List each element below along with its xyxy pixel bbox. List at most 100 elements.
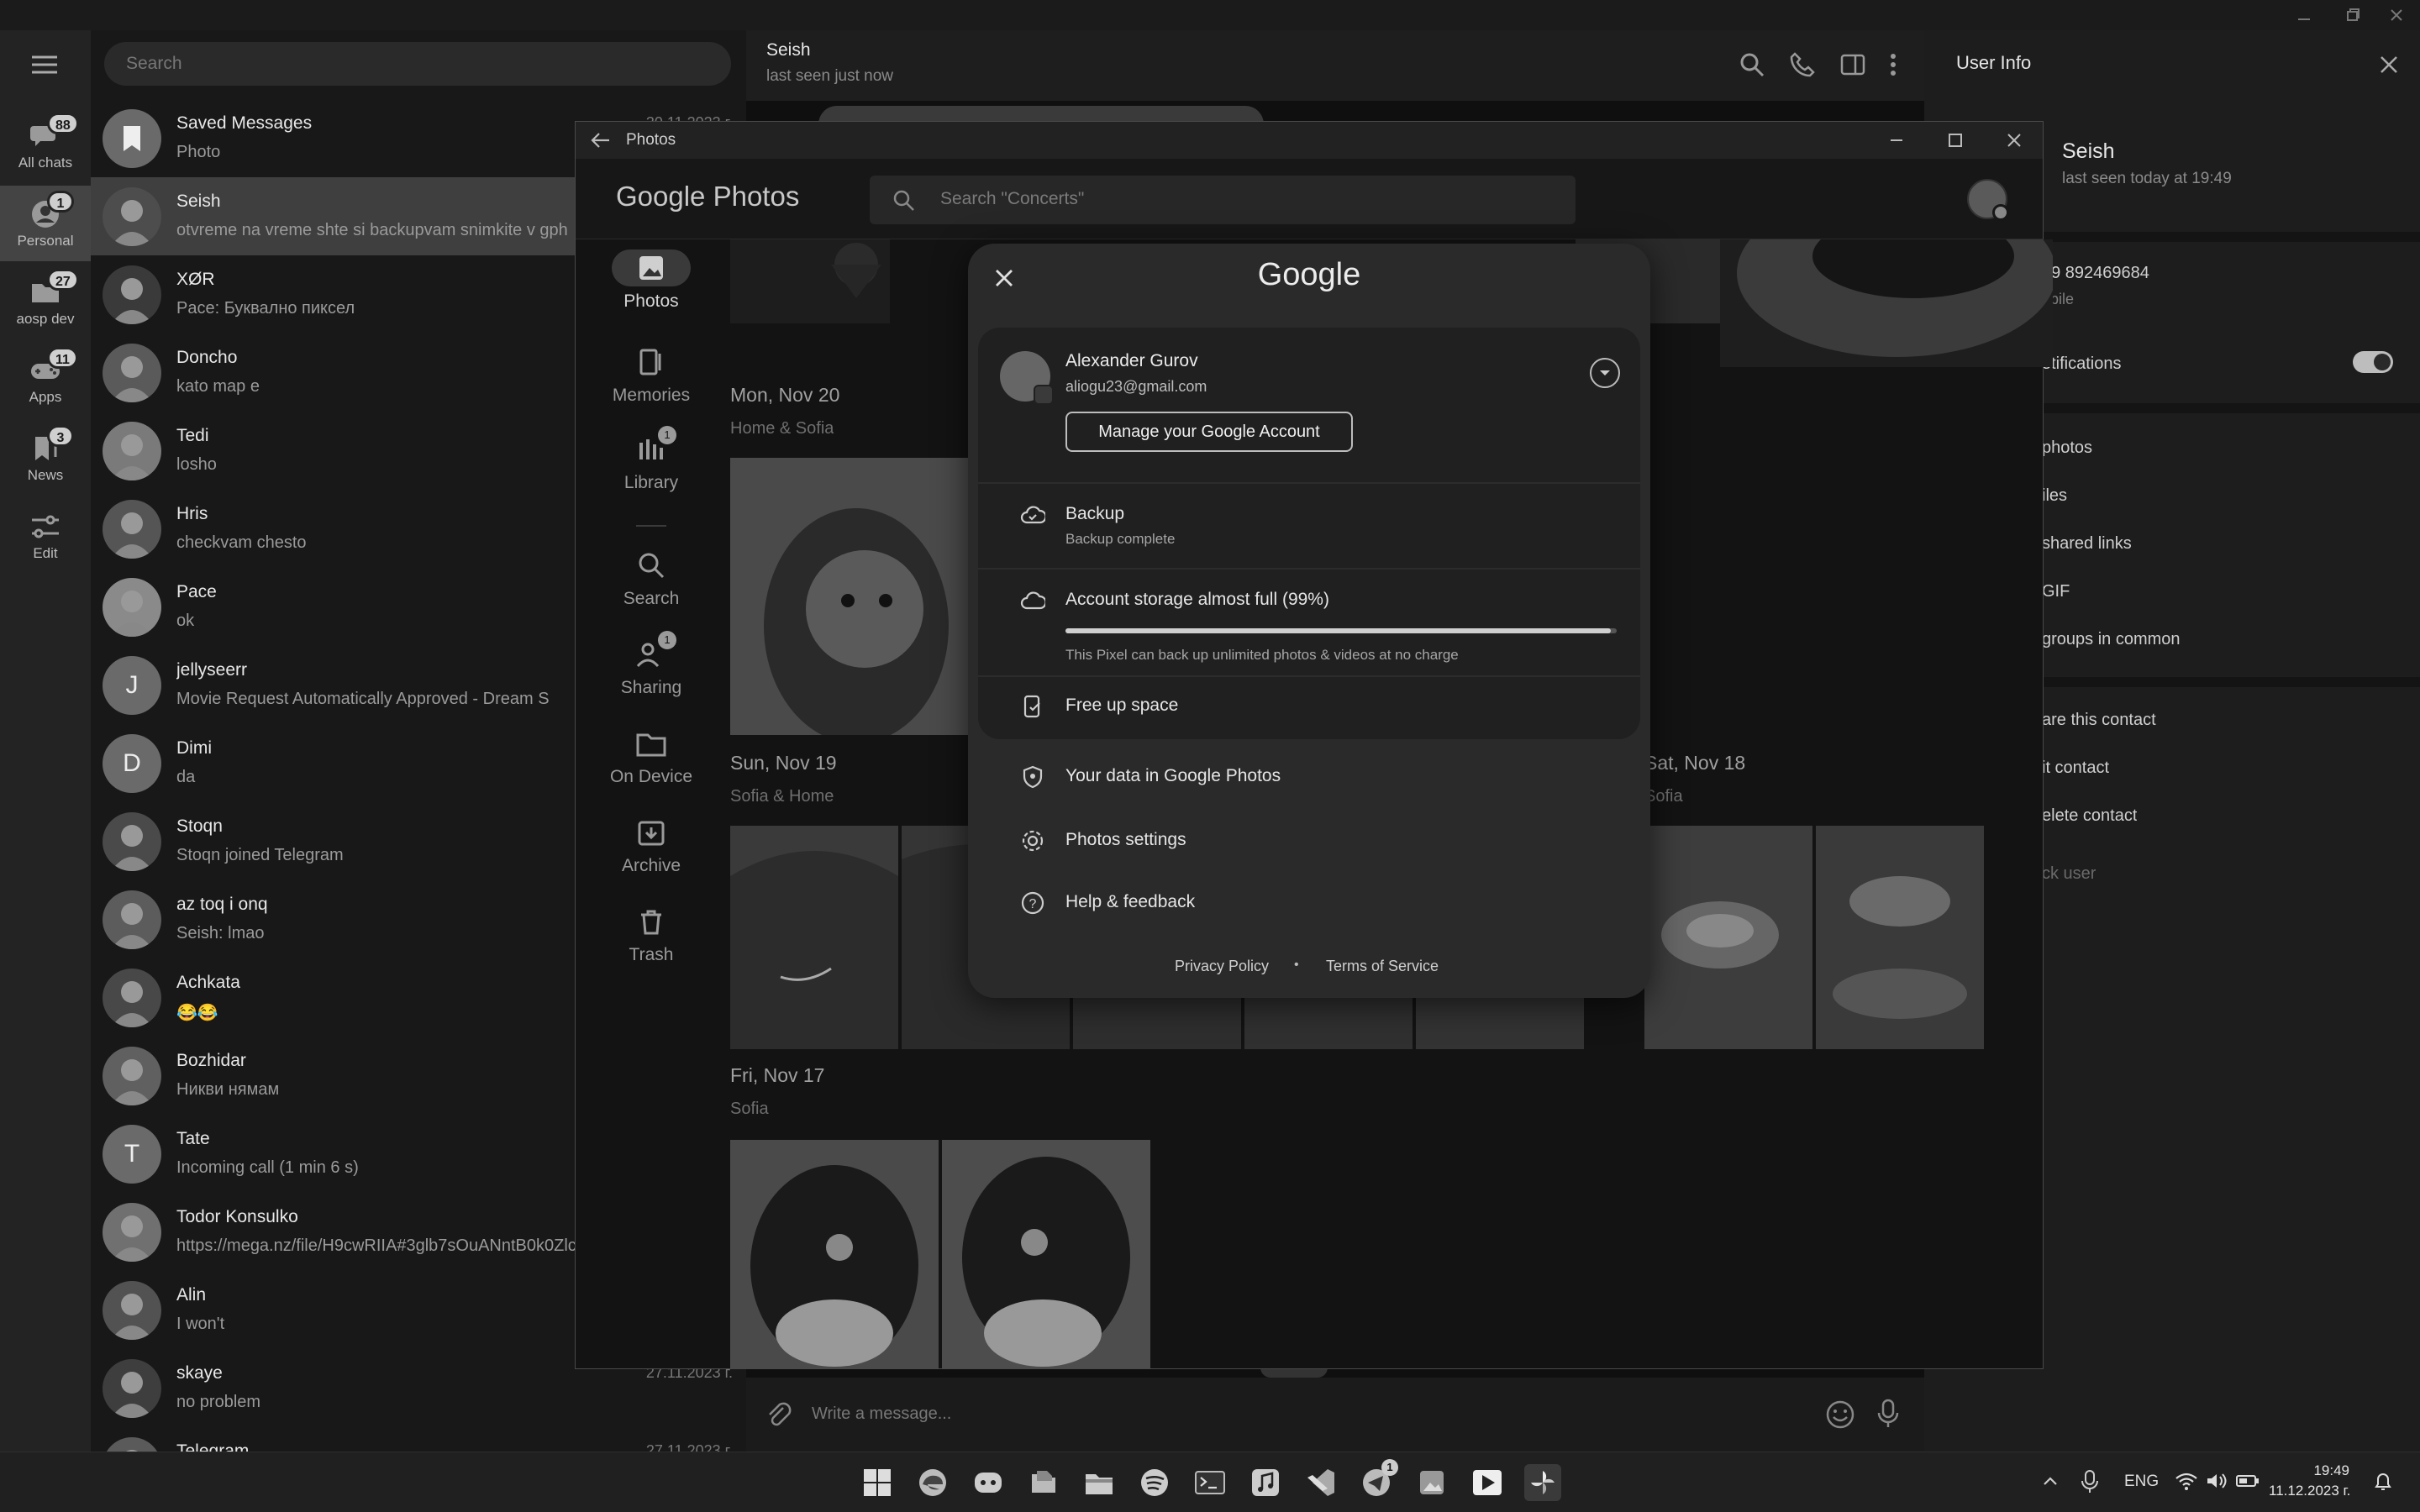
folder-tab[interactable]: 88 All chats xyxy=(0,108,91,183)
photo-thumbnail[interactable] xyxy=(1720,239,2053,367)
photos-search-input[interactable]: Search "Concerts" xyxy=(870,176,1576,224)
volume-icon[interactable] xyxy=(2205,1471,2228,1491)
chevron-up-icon[interactable] xyxy=(2040,1471,2060,1491)
shield-icon xyxy=(1020,764,1045,790)
search-input[interactable]: Search xyxy=(104,42,731,86)
privacy-policy-link[interactable]: Privacy Policy xyxy=(1175,958,1269,975)
avatar[interactable] xyxy=(1967,179,2009,221)
hamburger-menu-icon[interactable] xyxy=(30,54,59,76)
back-arrow-icon[interactable] xyxy=(589,130,611,150)
telegram-icon[interactable]: 1 xyxy=(1358,1459,1398,1501)
close-icon[interactable] xyxy=(2004,130,2024,150)
folder-tab[interactable]: 1 Personal xyxy=(0,186,91,261)
discord-icon[interactable] xyxy=(970,1464,1007,1501)
help-feedback-link[interactable]: Help & feedback xyxy=(1065,892,1195,912)
clock-date[interactable]: 11.12.2023 г. xyxy=(2269,1483,2349,1499)
shared-media-item[interactable]: groups in common xyxy=(2042,630,2181,649)
terminal-icon[interactable] xyxy=(1192,1464,1228,1501)
contact-action-item[interactable]: ck user xyxy=(2042,864,2096,884)
folder-tab[interactable]: Edit xyxy=(0,498,91,574)
attach-icon[interactable] xyxy=(765,1399,792,1428)
avatar xyxy=(103,265,161,324)
contact-action-item[interactable]: are this contact xyxy=(2042,711,2156,730)
folder-tab[interactable]: 11 Apps xyxy=(0,342,91,417)
phone-icon[interactable] xyxy=(1788,50,1817,79)
files-icon[interactable] xyxy=(1025,1464,1062,1501)
vscode-icon[interactable] xyxy=(1302,1464,1339,1501)
avatar xyxy=(103,578,161,637)
maximize-icon[interactable] xyxy=(1945,130,1965,150)
search-icon[interactable] xyxy=(1738,50,1766,79)
cloud-check-icon xyxy=(1020,502,1045,528)
emoji-icon[interactable] xyxy=(1825,1399,1855,1430)
contact-action-item[interactable]: it contact xyxy=(2042,759,2109,778)
spotify-icon[interactable] xyxy=(1136,1464,1173,1501)
battery-icon[interactable] xyxy=(2235,1471,2260,1491)
free-up-space[interactable]: Free up space xyxy=(1065,696,1178,716)
nav-item-on-device[interactable]: On Device xyxy=(576,725,727,787)
nav-item-photos[interactable]: Photos xyxy=(576,249,727,312)
file-explorer-icon[interactable] xyxy=(1081,1464,1118,1501)
minimize-icon[interactable] xyxy=(1886,130,1907,150)
edge-browser-icon[interactable] xyxy=(914,1464,951,1501)
terms-of-service-link[interactable]: Terms of Service xyxy=(1326,958,1439,975)
folder-tab[interactable]: 27 aosp dev xyxy=(0,264,91,339)
close-icon[interactable] xyxy=(2378,54,2400,76)
photo-thumbnail[interactable] xyxy=(1816,826,1984,1049)
avatar xyxy=(103,500,161,559)
notifications-toggle[interactable] xyxy=(2353,351,2393,373)
nav-item-label: Memories xyxy=(612,386,691,405)
language-indicator[interactable]: ENG xyxy=(2124,1473,2159,1491)
microphone-icon[interactable] xyxy=(2081,1469,2099,1494)
clock-time[interactable]: 19:49 xyxy=(2269,1462,2349,1479)
manage-account-button[interactable]: Manage your Google Account xyxy=(1065,412,1353,452)
sidebar-toggle-icon[interactable] xyxy=(1839,50,1867,79)
minimize-icon[interactable] xyxy=(2294,5,2314,25)
nav-item-label: Trash xyxy=(629,945,674,964)
user-phone[interactable]: 59 892469684 xyxy=(2042,264,2149,283)
chat-list-item[interactable]: Telegram 27.11.2023 г. xyxy=(91,1427,746,1452)
nav-item-trash[interactable]: Trash xyxy=(576,903,727,965)
shared-media-item[interactable]: photos xyxy=(2042,438,2092,458)
nav-item-archive[interactable]: Archive xyxy=(576,814,727,876)
nav-badge: 1 xyxy=(658,631,676,649)
image-editor-icon[interactable] xyxy=(1413,1464,1450,1501)
date-heading: Mon, Nov 20 xyxy=(730,384,840,406)
play-store-icon[interactable] xyxy=(1469,1464,1506,1501)
nav-item-label: Photos xyxy=(623,291,679,311)
conversation-title[interactable]: Seish xyxy=(766,40,811,60)
photo-thumbnail[interactable] xyxy=(942,1140,1150,1368)
account-card: Alexander Gurov aliogu23@gmail.com Manag… xyxy=(978,328,1640,739)
folder-tab[interactable]: 3 News xyxy=(0,420,91,496)
photo-thumbnail[interactable] xyxy=(730,826,898,1049)
nav-item-library[interactable]: 1 Library xyxy=(576,426,727,493)
photo-thumbnail[interactable] xyxy=(1644,826,1812,1049)
your-data-link[interactable]: Your data in Google Photos xyxy=(1065,766,1281,786)
avatar xyxy=(103,344,161,402)
google-photos-taskbar-icon[interactable] xyxy=(1524,1464,1561,1501)
restore-icon[interactable] xyxy=(2343,5,2363,25)
nav-item-memories[interactable]: Memories xyxy=(576,344,727,406)
contact-action-item[interactable]: elete contact xyxy=(2042,806,2137,826)
start-icon[interactable] xyxy=(859,1464,896,1501)
nav-item-search[interactable]: Search xyxy=(576,547,727,609)
help-icon: ? xyxy=(1020,890,1045,916)
shared-media-item[interactable]: shared links xyxy=(2042,534,2132,554)
nav-item-sharing[interactable]: 1 Sharing xyxy=(576,631,727,698)
photo-thumbnail[interactable] xyxy=(730,239,890,323)
photo-thumbnail[interactable] xyxy=(730,1140,939,1368)
notification-bell-icon[interactable] xyxy=(2373,1471,2393,1493)
backup-title[interactable]: Backup xyxy=(1065,504,1124,524)
storage-title[interactable]: Account storage almost full (99%) xyxy=(1065,590,1329,610)
close-icon[interactable] xyxy=(2386,5,2407,25)
shared-media-item[interactable]: iles xyxy=(2042,486,2067,506)
photo-thumbnail[interactable] xyxy=(730,458,974,735)
chevron-down-icon[interactable] xyxy=(1590,358,1620,388)
shared-media-item[interactable]: GIF xyxy=(2042,582,2070,601)
microphone-icon[interactable] xyxy=(1876,1398,1901,1430)
music-icon[interactable] xyxy=(1247,1464,1284,1501)
message-input[interactable]: Write a message... xyxy=(812,1404,951,1424)
wifi-icon[interactable] xyxy=(2175,1471,2198,1491)
photos-settings-link[interactable]: Photos settings xyxy=(1065,830,1186,850)
more-options-icon[interactable] xyxy=(1887,50,1899,79)
